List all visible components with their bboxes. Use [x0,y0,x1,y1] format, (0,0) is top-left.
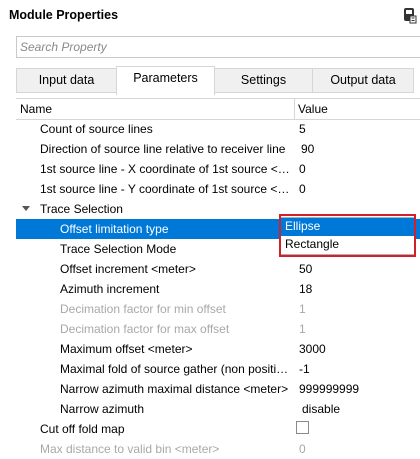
property-value: 1 [299,302,306,316]
window-title: Module Properties [9,8,119,22]
property-value[interactable]: 50 [299,262,312,276]
property-name: Narrow azimuth [60,402,145,416]
property-value: 1 [299,322,306,336]
property-value[interactable]: 3000 [299,342,326,356]
property-value[interactable]: disable [302,402,340,416]
property-name: 1st source line - Y coordinate of 1st so… [40,182,290,196]
property-row[interactable]: Direction of source line relative to rec… [16,139,420,159]
property-name: Decimation factor for min offset [60,302,226,316]
property-row: Decimation factor for max offset 1 [16,319,420,339]
column-header-name[interactable]: Name [20,102,52,116]
search-property-field[interactable] [16,36,420,58]
pin-icon[interactable] [403,6,417,24]
property-name: Direction of source line relative to rec… [40,142,286,156]
property-value[interactable]: 999999999 [299,382,359,396]
property-row[interactable]: Count of source lines 5 [16,119,420,139]
property-row[interactable]: Offset increment <meter> 50 [16,259,420,279]
property-name: Count of source lines [40,122,153,136]
property-value[interactable]: 0 [299,182,306,196]
property-value[interactable]: 5 [299,122,306,136]
property-row: Decimation factor for min offset 1 [16,299,420,319]
column-divider[interactable] [294,99,295,119]
property-row[interactable]: Maximum offset <meter> 3000 [16,339,420,359]
property-name: Narrow azimuth maximal distance <meter> [60,382,289,396]
dropdown-option-rectangle[interactable]: Rectangle [281,236,415,254]
property-name: Offset limitation type [60,222,169,236]
property-value: 0 [299,442,306,456]
property-row[interactable]: Narrow azimuth disable [16,399,420,419]
dropdown-option-ellipse[interactable]: Ellipse [281,218,415,236]
property-name: Offset increment <meter> [60,262,196,276]
property-value[interactable]: 90 [301,142,314,156]
grid-column-header: Name Value [16,99,420,120]
property-name: Cut off fold map [40,422,125,436]
property-name: 1st source line - X coordinate of 1st so… [40,162,290,176]
group-name: Trace Selection [40,202,123,216]
group-row-trace-selection[interactable]: Trace Selection [16,199,420,219]
property-name: Max distance to valid bin <meter> [40,442,220,456]
tab-output-data[interactable]: Output data [312,68,414,93]
column-header-value[interactable]: Value [298,102,328,116]
tab-parameters[interactable]: Parameters [116,66,215,95]
property-row[interactable]: Cut off fold map [16,419,420,439]
search-input[interactable] [17,37,420,57]
property-value[interactable]: -1 [299,362,310,376]
property-name: Trace Selection Mode [60,242,177,256]
tab-input-data[interactable]: Input data [16,68,117,93]
property-row[interactable]: Narrow azimuth maximal distance <meter> … [16,379,420,399]
tab-bar: Input data Parameters Settings Output da… [16,66,420,95]
property-name: Maximum offset <meter> [60,342,193,356]
property-name: Azimuth increment [60,282,160,296]
title-bar: Module Properties [0,0,420,32]
property-grid: Name Value Count of source lines 5 Direc… [16,98,420,458]
property-value[interactable]: 0 [299,162,306,176]
tab-settings[interactable]: Settings [214,68,313,93]
property-row[interactable]: 1st source line - X coordinate of 1st so… [16,159,420,179]
cut-off-fold-map-checkbox[interactable] [296,421,309,434]
offset-limitation-dropdown[interactable]: Ellipse Rectangle [280,217,416,255]
property-row[interactable]: 1st source line - Y coordinate of 1st so… [16,179,420,199]
property-row[interactable]: Azimuth increment 18 [16,279,420,299]
property-value[interactable]: 18 [299,282,312,296]
property-name: Maximal fold of source gather (non posit… [60,362,289,376]
property-name: Decimation factor for max offset [60,322,230,336]
expand-arrow-icon[interactable] [22,206,30,211]
property-row[interactable]: Maximal fold of source gather (non posit… [16,359,420,379]
property-row: Max distance to valid bin <meter> 0 [16,439,420,459]
